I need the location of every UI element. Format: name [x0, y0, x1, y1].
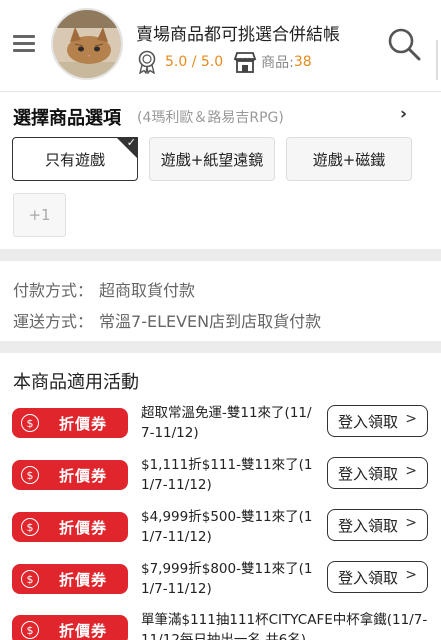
scroll-edge: [436, 40, 438, 80]
login-claim-label: 登入領取: [338, 412, 399, 431]
options-subtitle: (4瑪利歐＆路易吉RPG): [137, 110, 284, 126]
medal-icon: [138, 50, 156, 74]
login-claim-label: 登入領取: [338, 464, 399, 483]
payment-value: 超商取貨付款: [99, 281, 196, 300]
chevron-right-icon: >: [405, 515, 417, 531]
check-icon: ✓: [126, 136, 136, 149]
promo-text: $4,999折$500-雙11來了(11/7-11/12): [141, 509, 313, 545]
promo-text: $1,111折$111-雙11來了(11/7-11/12): [141, 457, 313, 493]
menu-icon[interactable]: [13, 35, 35, 52]
option-label: 只有遊戲: [44, 150, 105, 169]
payment-label: 付款方式：: [13, 281, 94, 300]
promo-text: $7,999折$800-雙11來了(11/7-11/12): [141, 561, 313, 597]
shop-header: 賣場商品都可挑選合併結帳 5.0 / 5.0 商品: 38: [0, 0, 441, 90]
dollar-icon: $: [21, 518, 39, 536]
shipping-row: 運送方式： 常溫7-ELEVEN店到店取貨付款: [13, 308, 321, 332]
shop-avatar[interactable]: [51, 8, 123, 80]
coupon-tag-label: 折價券: [59, 621, 108, 640]
login-claim-button[interactable]: 登入領取 >: [327, 561, 428, 593]
option-game-magnet[interactable]: 遊戲+磁鐵: [286, 137, 412, 181]
shipping-label: 運送方式：: [13, 312, 94, 331]
coupon-tag: $ 折價券: [12, 408, 128, 438]
coupon-tag: $ 折價券: [12, 512, 128, 542]
dollar-icon: $: [21, 414, 39, 432]
chevron-right-icon: >: [405, 411, 417, 427]
coupon-tag-label: 折價券: [59, 518, 108, 537]
coupon-tag: $ 折價券: [12, 460, 128, 490]
store-icon: [233, 52, 257, 73]
dollar-icon: $: [21, 570, 39, 588]
search-icon[interactable]: [387, 27, 421, 61]
divider: [0, 91, 441, 92]
promo-item: $ 折價券 $7,999折$800-雙11來了(11/7-11/12) 登入領取…: [0, 557, 441, 603]
shop-stats: 5.0 / 5.0 商品: 38: [137, 50, 312, 74]
items-count-label: 商品:: [261, 55, 294, 71]
chevron-right-icon[interactable]: ›: [400, 104, 407, 124]
coupon-tag-label: 折價券: [59, 570, 108, 589]
coupon-tag: $ 折價券: [12, 564, 128, 594]
dollar-icon: $: [21, 621, 39, 639]
coupon-tag-label: 折價券: [59, 466, 108, 485]
items-count: 38: [293, 54, 312, 70]
login-claim-button[interactable]: 登入領取 >: [327, 509, 428, 541]
payment-row: 付款方式： 超商取貨付款: [13, 277, 195, 301]
dollar-icon: $: [21, 466, 39, 484]
shop-title: 賣場商品都可挑選合併結帳: [136, 25, 340, 45]
option-label: 遊戲+紙望遠鏡: [160, 150, 264, 169]
login-claim-button[interactable]: 登入領取 >: [327, 405, 428, 437]
promo-item: $ 折價券 超取常溫免運-雙11來了(11/7-11/12) 登入領取 >: [0, 401, 441, 447]
chevron-right-icon: >: [405, 463, 417, 479]
promo-text: 單筆滿$111抽111杯CITYCAFE中杯拿鐵(11/7-11/12每日抽出一…: [141, 612, 428, 640]
login-claim-label: 登入領取: [338, 516, 399, 535]
options-title: 選擇商品選項: [13, 108, 121, 129]
login-claim-label: 登入領取: [338, 568, 399, 587]
section-divider: [0, 341, 441, 353]
option-game-telescope[interactable]: 遊戲+紙望遠鏡: [149, 137, 275, 181]
product-page: 賣場商品都可挑選合併結帳 5.0 / 5.0 商品: 38 選擇商品選項 (4瑪…: [0, 0, 441, 640]
promo-item: $ 折價券 $4,999折$500-雙11來了(11/7-11/12) 登入領取…: [0, 505, 441, 551]
shipping-value: 常溫7-ELEVEN店到店取貨付款: [99, 312, 322, 331]
promo-item: $ 折價券 單筆滿$111抽111杯CITYCAFE中杯拿鐵(11/7-11/1…: [0, 608, 441, 640]
promo-item: $ 折價券 $1,111折$111-雙11來了(11/7-11/12) 登入領取…: [0, 453, 441, 499]
quantity-stepper[interactable]: +1: [13, 193, 66, 237]
rating-value: 5.0 / 5.0: [165, 54, 224, 70]
coupon-tag: $ 折價券: [12, 615, 128, 640]
option-only-game[interactable]: 只有遊戲 ✓: [12, 136, 138, 181]
section-divider: [0, 249, 441, 261]
option-label: 遊戲+磁鐵: [312, 150, 386, 169]
coupon-tag-label: 折價券: [59, 414, 108, 433]
promotions-title: 本商品適用活動: [13, 372, 139, 393]
promo-text: 超取常溫免運-雙11來了(11/7-11/12): [141, 405, 312, 441]
login-claim-button[interactable]: 登入領取 >: [327, 457, 428, 489]
chevron-right-icon: >: [405, 567, 417, 583]
